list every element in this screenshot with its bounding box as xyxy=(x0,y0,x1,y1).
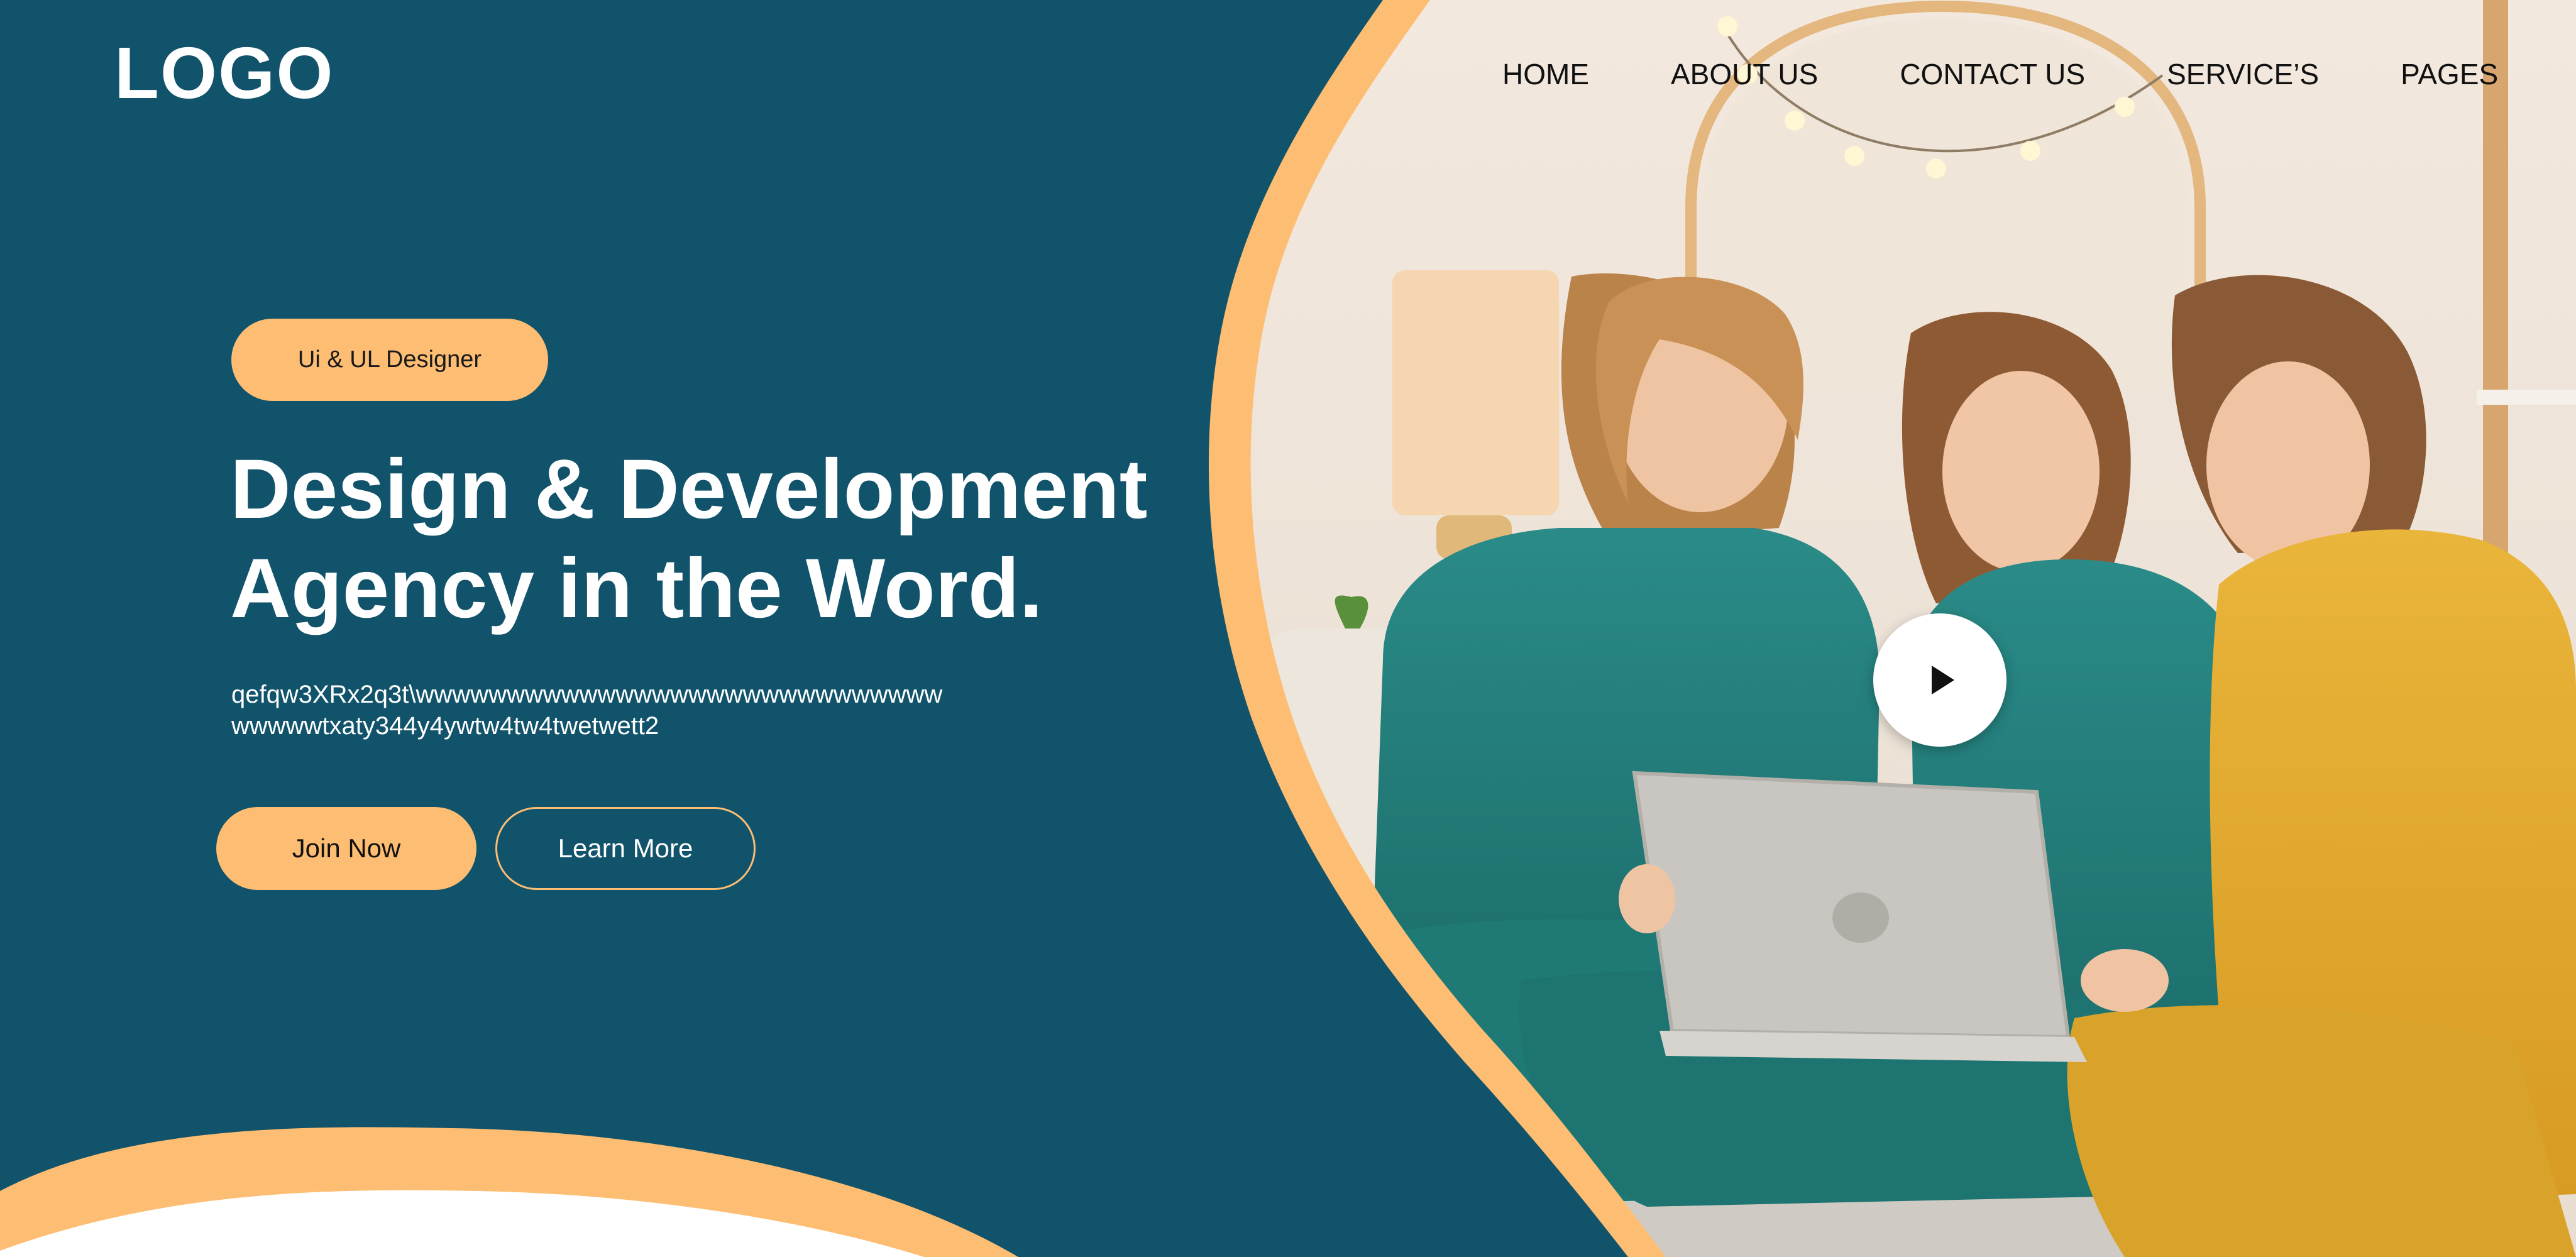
hero-description: qefqw3XRx2q3t\wwwwwwwwwwwwwwwwwwwwwwwwww… xyxy=(231,679,1049,742)
join-now-button[interactable]: Join Now xyxy=(216,807,476,890)
headline-line-2: Agency in the Word. xyxy=(230,542,1043,635)
nav-item-contact-us[interactable]: CONTACT US xyxy=(1900,60,2085,89)
main-nav: HOME ABOUT US CONTACT US SERVICE’S PAGES xyxy=(1502,55,2498,93)
role-badge: Ui & UL Designer xyxy=(231,319,548,401)
description-line-2: wwwwwtxaty344y4ywtw4tw4twetwett2 xyxy=(231,712,659,740)
nav-item-about-us[interactable]: ABOUT US xyxy=(1671,60,1818,89)
headline-line-1: Design & Development xyxy=(230,442,1148,536)
learn-more-button[interactable]: Learn More xyxy=(495,807,756,890)
nav-item-home[interactable]: HOME xyxy=(1502,60,1589,89)
logo[interactable]: LOGO xyxy=(114,36,334,109)
hero-image xyxy=(1250,0,2576,1257)
nav-item-services[interactable]: SERVICE’S xyxy=(2167,60,2319,89)
play-icon xyxy=(1932,666,1954,694)
description-line-1: qefqw3XRx2q3t\wwwwwwwwwwwwwwwwwwwwwwwwww… xyxy=(231,681,943,708)
landing-page: LOGO HOME ABOUT US CONTACT US SERVICE’S … xyxy=(0,0,2576,1257)
play-video-button[interactable] xyxy=(1873,613,2006,747)
hero-headline: Design & Development Agency in the Word. xyxy=(230,440,1173,639)
nav-item-pages[interactable]: PAGES xyxy=(2401,60,2498,89)
